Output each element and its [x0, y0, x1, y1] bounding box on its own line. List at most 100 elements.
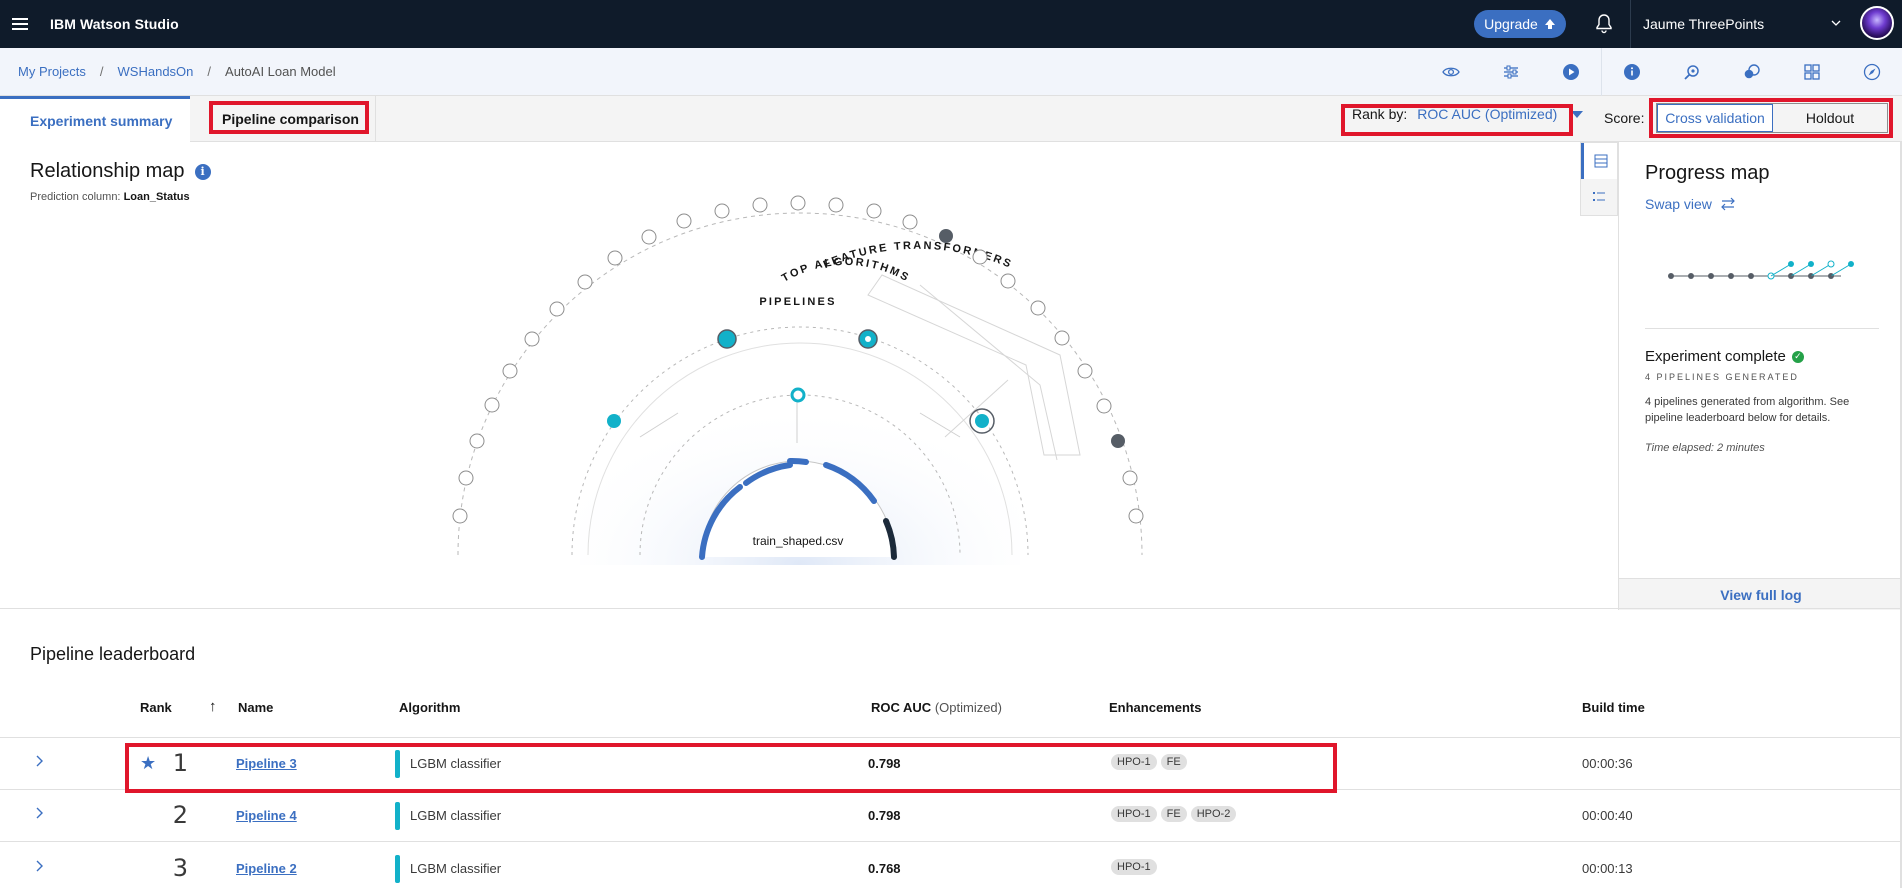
rank-by-label: Rank by:: [1352, 106, 1408, 122]
transformer-node: [549, 301, 565, 317]
tab-experiment-summary[interactable]: Experiment summary: [0, 96, 190, 142]
pipeline-node[interactable]: [607, 414, 621, 428]
breadcrumb-current: AutoAI Loan Model: [225, 64, 336, 79]
view-switcher: [1580, 142, 1618, 216]
column-enhancements[interactable]: Enhancements: [1109, 700, 1201, 715]
breadcrumb-bar: My Projects / WSHandsOn / AutoAI Loan Mo…: [0, 48, 1902, 96]
build-time-cell: 00:00:36: [1582, 756, 1633, 771]
transformer-node: [714, 203, 730, 219]
app-brand[interactable]: IBM Watson Studio: [50, 16, 179, 32]
column-name[interactable]: Name: [238, 700, 273, 715]
svg-text:TOP ALGORITHMS: TOP ALGORITHMS: [780, 256, 912, 285]
rank-cell: 3: [172, 854, 188, 882]
transformer-node: [452, 508, 468, 524]
details-list-icon[interactable]: [1581, 179, 1617, 215]
list-view-icon[interactable]: [1581, 143, 1617, 179]
transformer-node: [469, 433, 485, 449]
score-holdout[interactable]: Holdout: [1773, 104, 1887, 132]
enhancement-tag: HPO-1: [1111, 806, 1157, 822]
transformer-node-active[interactable]: [939, 229, 953, 243]
account-switcher[interactable]: Jaume ThreePoints: [1630, 0, 1860, 48]
upgrade-label: Upgrade: [1484, 16, 1538, 32]
algorithm-node[interactable]: [790, 387, 806, 403]
transformer-node: [1122, 470, 1138, 486]
transformer-node: [484, 397, 500, 413]
notification-bell-icon[interactable]: [1592, 12, 1616, 36]
score-cross-validation[interactable]: Cross validation: [1657, 104, 1773, 132]
view-full-log-button[interactable]: View full log: [1619, 578, 1902, 610]
column-metric[interactable]: ROC AUC (Optimized): [871, 700, 1002, 715]
breadcrumb-project[interactable]: WSHandsOn: [118, 64, 194, 79]
enhancement-tag: HPO-2: [1190, 806, 1237, 822]
algorithm-cell: LGBM classifier: [410, 756, 502, 771]
relationship-map-title: Relationship map i: [30, 160, 211, 183]
enhancement-tags: HPO-1 FE HPO-2: [1111, 806, 1237, 822]
transformer-node: [1096, 398, 1112, 414]
transformer-node: [790, 195, 806, 211]
prediction-column-value: Loan_Status: [123, 191, 190, 203]
column-algorithm[interactable]: Algorithm: [399, 700, 460, 715]
score-label: Score:: [1604, 110, 1645, 126]
transformer-node: [1077, 363, 1093, 379]
user-avatar[interactable]: [1860, 6, 1894, 40]
transformer-node: [1128, 508, 1144, 524]
enhancement-tag: FE: [1160, 754, 1187, 770]
breadcrumb-my-projects[interactable]: My Projects: [18, 64, 86, 79]
column-rank[interactable]: Rank: [140, 700, 172, 715]
chevron-right-icon[interactable]: [32, 859, 46, 873]
upload-arrow-icon: [1544, 19, 1555, 29]
column-build-time[interactable]: Build time: [1582, 700, 1645, 715]
chevron-right-icon[interactable]: [32, 806, 46, 820]
rank-cell: 2: [172, 801, 188, 829]
leaderboard-title: Pipeline leaderboard: [30, 644, 196, 664]
chevron-right-icon[interactable]: [32, 754, 46, 768]
swap-view-link[interactable]: Swap view: [1645, 196, 1736, 212]
algorithm-cell: LGBM classifier: [410, 861, 502, 876]
settings-sliders-icon[interactable]: [1481, 48, 1541, 96]
experiment-tabs-bar: Experiment summary Pipeline comparison R…: [0, 96, 1902, 142]
table-row[interactable]: ★ 1 Pipeline 3 LGBM classifier 0.798 HPO-…: [0, 738, 1902, 790]
transformer-node: [577, 274, 593, 290]
experiment-status: Experiment complete ✓: [1645, 348, 1804, 365]
grid-apps-icon[interactable]: [1782, 48, 1842, 96]
transformer-node: [972, 249, 988, 265]
pipeline-node[interactable]: [717, 329, 737, 349]
enhancement-tag: HPO-1: [1111, 754, 1157, 770]
transformer-node: [866, 203, 882, 219]
upgrade-button[interactable]: Upgrade: [1474, 10, 1566, 38]
pipelines-ring-label: PIPELINES: [759, 296, 836, 308]
rank-by-dropdown[interactable]: Rank by: ROC AUC (Optimized): [1352, 106, 1584, 122]
prediction-column: Prediction column: Loan_Status: [30, 191, 190, 203]
chevron-down-icon: [1831, 20, 1841, 26]
info-icon[interactable]: i: [194, 163, 211, 180]
table-row[interactable]: 3 Pipeline 2 LGBM classifier 0.768 HPO-1…: [0, 843, 1902, 888]
build-time-cell: 00:00:40: [1582, 808, 1633, 823]
pipeline-link[interactable]: Pipeline 2: [236, 861, 297, 876]
pipeline-link[interactable]: Pipeline 3: [236, 756, 297, 771]
table-row[interactable]: 2 Pipeline 4 LGBM classifier 0.798 HPO-1…: [0, 790, 1902, 842]
menu-icon[interactable]: [0, 0, 40, 48]
run-icon[interactable]: [1541, 48, 1601, 96]
info-icon[interactable]: [1602, 48, 1662, 96]
build-time-cell: 00:00:13: [1582, 861, 1633, 876]
transformer-node: [1030, 300, 1046, 316]
transformer-node: [902, 214, 918, 230]
view-icon[interactable]: [1421, 48, 1481, 96]
comments-icon[interactable]: [1722, 48, 1782, 96]
transformer-node: [1000, 273, 1016, 289]
transformer-node: [502, 363, 518, 379]
transformer-node: [828, 197, 844, 213]
top-navigation-bar: IBM Watson Studio Upgrade Jaume ThreePoi…: [0, 0, 1902, 48]
caret-down-icon: [1571, 110, 1584, 118]
compass-icon[interactable]: [1842, 48, 1902, 96]
search-data-icon[interactable]: [1662, 48, 1722, 96]
sort-ascending-icon[interactable]: ↑: [209, 698, 217, 715]
tab-pipeline-comparison[interactable]: Pipeline comparison: [190, 96, 376, 142]
leaderboard-header: Rank ↑ Name Algorithm ROC AUC (Optimized…: [0, 690, 1902, 738]
user-name: Jaume ThreePoints: [1643, 16, 1765, 32]
pipeline-link[interactable]: Pipeline 4: [236, 808, 297, 823]
dataset-label: train_shaped.csv: [753, 534, 844, 548]
transformer-node-active[interactable]: [1111, 434, 1125, 448]
relationship-map: train_shaped.csv FEATURE TRANSFORMERS PI…: [452, 195, 1144, 565]
rank-by-value: ROC AUC (Optimized): [1417, 106, 1558, 122]
